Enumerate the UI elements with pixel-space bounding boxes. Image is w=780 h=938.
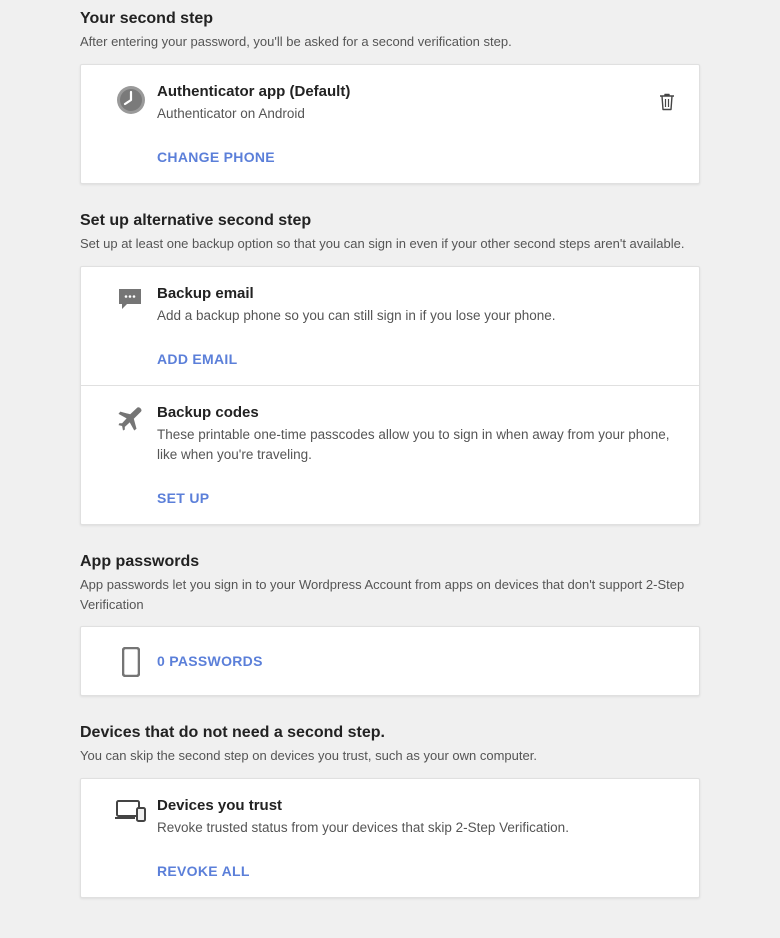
setup-codes-button[interactable]: SET UP: [157, 490, 209, 506]
alternative-subtitle: Set up at least one backup option so tha…: [80, 234, 700, 254]
app-passwords-card[interactable]: 0 PASSWORDS: [81, 627, 699, 695]
alternative-card-group: Backup email Add a backup phone so you c…: [80, 266, 700, 526]
delete-authenticator-button[interactable]: [659, 93, 675, 111]
second-step-title: Your second step: [80, 10, 700, 28]
authenticator-icon: [105, 83, 157, 115]
backup-email-desc: Add a backup phone so you can still sign…: [157, 306, 675, 326]
backup-codes-desc: These printable one-time passcodes allow…: [157, 425, 675, 464]
devices-you-trust-card: Devices you trust Revoke trusted status …: [81, 779, 699, 898]
backup-codes-title: Backup codes: [157, 404, 675, 421]
trusted-devices-subtitle: You can skip the second step on devices …: [80, 746, 700, 766]
alternative-title: Set up alternative second step: [80, 212, 700, 230]
app-passwords-subtitle: App passwords let you sign in to your Wo…: [80, 575, 700, 614]
revoke-all-button[interactable]: REVOKE ALL: [157, 863, 250, 879]
sms-icon: [105, 285, 157, 313]
app-passwords-title: App passwords: [80, 553, 700, 571]
authenticator-app-title: Authenticator app (Default): [157, 83, 675, 100]
app-passwords-card-group: 0 PASSWORDS: [80, 626, 700, 696]
devices-icon: [105, 797, 157, 823]
authenticator-app-desc: Authenticator on Android: [157, 104, 675, 124]
change-phone-button[interactable]: CHANGE PHONE: [157, 149, 275, 165]
devices-you-trust-desc: Revoke trusted status from your devices …: [157, 818, 675, 838]
second-step-subtitle: After entering your password, you'll be …: [80, 32, 700, 52]
phone-icon: [105, 645, 157, 677]
backup-codes-card: Backup codes These printable one-time pa…: [81, 385, 699, 524]
trash-icon: [659, 93, 675, 111]
passwords-count-link[interactable]: 0 PASSWORDS: [157, 653, 263, 669]
authenticator-app-card: Authenticator app (Default) Authenticato…: [81, 65, 699, 184]
devices-you-trust-title: Devices you trust: [157, 797, 675, 814]
trusted-devices-title: Devices that do not need a second step.: [80, 724, 700, 742]
second-step-card-group: Authenticator app (Default) Authenticato…: [80, 64, 700, 185]
backup-email-card: Backup email Add a backup phone so you c…: [81, 267, 699, 386]
add-email-button[interactable]: ADD EMAIL: [157, 351, 237, 367]
airplane-icon: [105, 404, 157, 434]
backup-email-title: Backup email: [157, 285, 675, 302]
trusted-devices-card-group: Devices you trust Revoke trusted status …: [80, 778, 700, 899]
